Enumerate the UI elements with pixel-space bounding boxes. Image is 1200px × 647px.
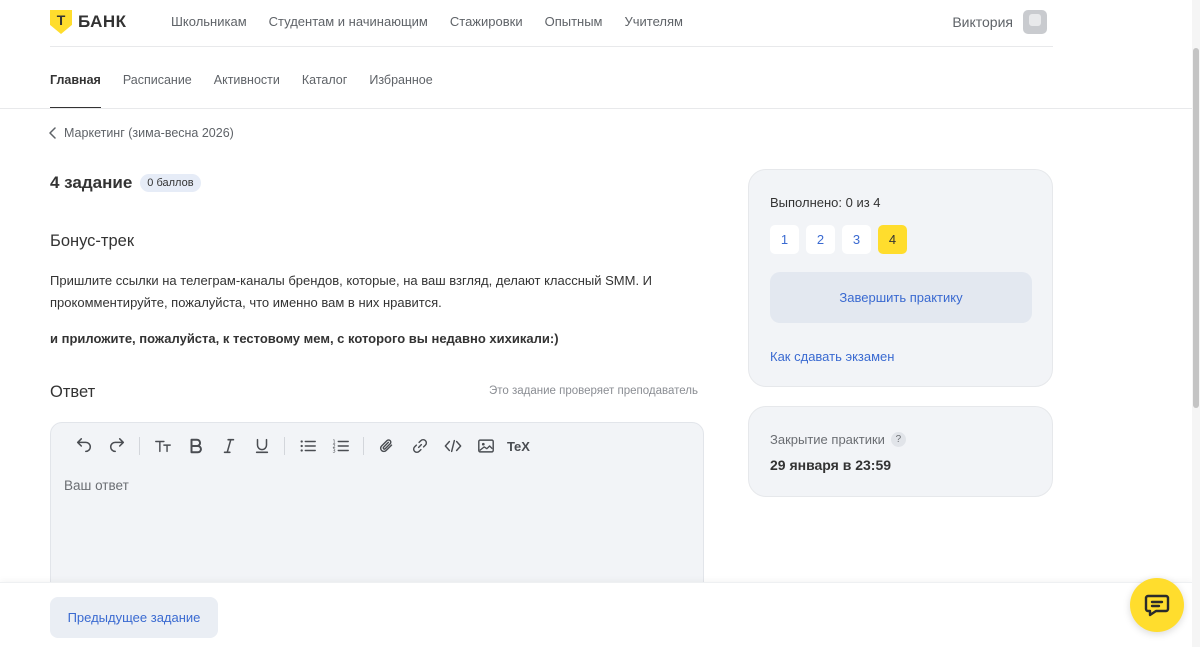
chat-icon — [1144, 594, 1170, 617]
task-page-4[interactable]: 4 — [878, 225, 907, 254]
italic-icon[interactable] — [212, 435, 245, 457]
topnav-item-internships[interactable]: Стажировки — [450, 14, 523, 29]
tab-favorites[interactable]: Избранное — [369, 73, 432, 87]
task-pager: 1 2 3 4 — [770, 225, 907, 254]
breadcrumb-label: Маркетинг (зима-весна 2026) — [64, 126, 234, 140]
scrollbar-thumb[interactable] — [1193, 48, 1199, 408]
tbank-logo[interactable]: Т БАНК — [50, 10, 127, 34]
task-page-2[interactable]: 2 — [806, 225, 835, 254]
toolbar-separator — [139, 437, 140, 455]
tab-schedule[interactable]: Расписание — [123, 73, 192, 87]
underline-icon[interactable] — [245, 435, 278, 457]
user-name: Виктория — [952, 14, 1013, 30]
logo-shield-icon: Т — [50, 10, 72, 34]
avatar — [1023, 10, 1047, 34]
deadline-label-row: Закрытие практики ? — [770, 432, 906, 447]
subnav-divider — [0, 108, 1192, 109]
deadline-card: Закрытие практики ? 29 января в 23:59 — [748, 406, 1053, 497]
toolbar-separator — [363, 437, 364, 455]
breadcrumb[interactable]: Маркетинг (зима-весна 2026) — [48, 126, 234, 140]
image-icon[interactable] — [469, 435, 502, 457]
numbered-list-icon[interactable]: 123 — [324, 435, 357, 457]
answer-editor[interactable]: 123 TeX Ваш ответ — [50, 422, 704, 592]
topnav-item-students[interactable]: Студентам и начинающим — [269, 14, 428, 29]
done-counter: Выполнено: 0 из 4 — [770, 195, 881, 210]
tex-button[interactable]: TeX — [502, 435, 535, 457]
task-header: 4 задание 0 баллов — [50, 173, 201, 193]
page-scrollbar[interactable] — [1192, 0, 1200, 647]
tex-label: TeX — [507, 438, 530, 454]
editor-toolbar: 123 TeX — [67, 435, 535, 457]
progress-card: Выполнено: 0 из 4 1 2 3 4 Завершить прак… — [748, 169, 1053, 387]
finish-practice-button[interactable]: Завершить практику — [770, 272, 1032, 323]
bold-icon[interactable] — [179, 435, 212, 457]
points-badge: 0 баллов — [140, 174, 201, 192]
tab-main[interactable]: Главная — [50, 73, 101, 109]
topnav-item-schoolkids[interactable]: Школьникам — [171, 14, 247, 29]
answer-note: Это задание проверяет преподаватель — [489, 385, 698, 397]
deadline-label: Закрытие практики — [770, 432, 885, 447]
help-icon[interactable]: ? — [890, 432, 906, 447]
top-nav: Школьникам Студентам и начинающим Стажир… — [171, 14, 683, 29]
page-title: 4 задание — [50, 173, 133, 192]
topnav-item-experienced[interactable]: Опытным — [545, 14, 603, 29]
task-description: Пришлите ссылки на телеграм-каналы бренд… — [50, 273, 653, 310]
tab-activities[interactable]: Активности — [214, 73, 280, 87]
svg-text:3: 3 — [332, 448, 335, 454]
topnav-item-teachers[interactable]: Учителям — [625, 14, 683, 29]
chevron-left-icon — [49, 127, 56, 139]
task-description-bold: и приложите, пожалуйста, к тестовому мем… — [50, 331, 559, 346]
bullet-list-icon[interactable] — [291, 435, 324, 457]
user-menu[interactable]: Виктория — [952, 10, 1047, 34]
text-size-icon[interactable] — [146, 435, 179, 457]
attachment-icon[interactable] — [370, 435, 403, 457]
link-icon[interactable] — [403, 435, 436, 457]
section-title: Бонус-трек — [50, 232, 135, 250]
support-chat-button[interactable] — [1130, 578, 1184, 632]
deadline-date: 29 января в 23:59 — [770, 457, 892, 473]
sub-nav: Главная Расписание Активности Каталог Из… — [50, 73, 433, 109]
logo-text: БАНК — [78, 12, 127, 31]
header-divider — [50, 46, 1053, 47]
exam-info-link[interactable]: Как сдавать экзамен — [770, 349, 894, 364]
tab-catalog[interactable]: Каталог — [302, 73, 347, 87]
task-page-3[interactable]: 3 — [842, 225, 871, 254]
answer-input[interactable]: Ваш ответ — [64, 478, 129, 493]
undo-icon[interactable] — [67, 435, 100, 457]
redo-icon[interactable] — [100, 435, 133, 457]
bottom-bar: Предыдущее задание — [0, 582, 1192, 647]
logo-letter: Т — [56, 12, 66, 28]
code-icon[interactable] — [436, 435, 469, 457]
top-header: Т БАНК Школьникам Студентам и начинающим… — [0, 0, 1200, 46]
answer-title: Ответ — [50, 383, 96, 401]
toolbar-separator — [284, 437, 285, 455]
task-page-1[interactable]: 1 — [770, 225, 799, 254]
previous-task-button[interactable]: Предыдущее задание — [50, 597, 218, 638]
